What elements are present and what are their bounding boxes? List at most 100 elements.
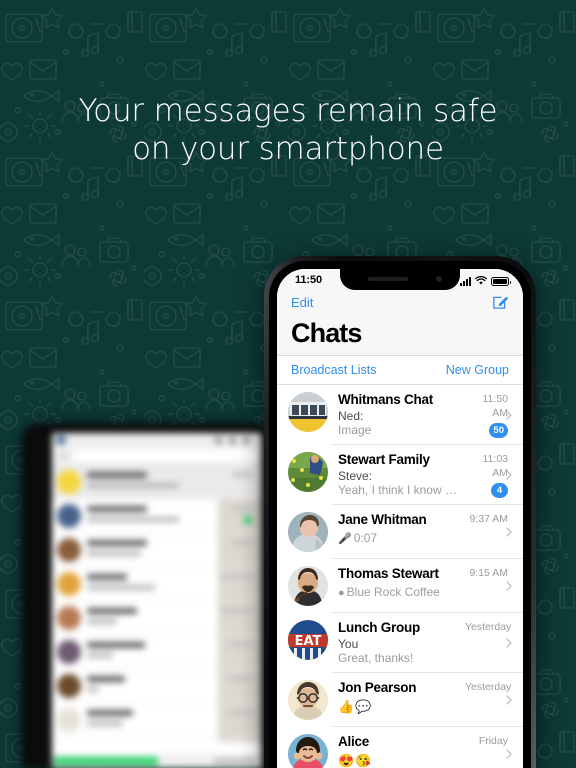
chat-meta: 9:37 AM (465, 512, 523, 526)
chat-preview: 😍😘 (338, 753, 373, 768)
chat-preview: Image (338, 423, 372, 437)
avatar (57, 504, 81, 528)
tablet-row-preview (87, 483, 179, 488)
table-row[interactable]: Jane Whitman 🎤 0:07 9:37 AM (277, 505, 523, 559)
tablet-progress (54, 757, 158, 765)
table-row[interactable]: EAT Lunch Group You Great, thanks! Yeste… (277, 613, 523, 673)
chat-preview: Yeah, I think I know what you m... (338, 483, 465, 497)
status-badge: 4 (491, 483, 508, 498)
tablet-row-time (220, 608, 254, 613)
avatar (57, 708, 81, 732)
chat-time: Yesterday (465, 621, 512, 633)
table-row[interactable]: Jon Pearson 👍💬 Yesterday (277, 673, 523, 727)
tablet-row-time (232, 506, 254, 511)
chat-name: Lunch Group (338, 620, 420, 635)
table-row[interactable]: Whitmans Chat Ned: Image 11:50 AM 50 (277, 385, 523, 445)
tablet-avatar (56, 435, 66, 445)
table-row[interactable]: Stewart Family Steve: Yeah, I think I kn… (277, 445, 523, 505)
tablet-bottom-label (214, 758, 258, 764)
chat-name: Whitmans Chat (338, 392, 434, 407)
tablet-screen (52, 433, 262, 768)
chat-body: Thomas Stewart ● Blue Rock Coffee 9:15 AM (328, 566, 523, 601)
chat-meta: 11:03 AM 4 (465, 452, 523, 498)
chat-list[interactable]: Whitmans Chat Ned: Image 11:50 AM 50 Ste… (277, 385, 523, 768)
chevron-right-icon (506, 695, 512, 705)
svg-text:EAT: EAT (295, 634, 322, 649)
chevron-right-icon (506, 527, 512, 537)
table-row[interactable]: Alice 😍😘 Friday (277, 727, 523, 768)
location-pin-icon: ● (338, 587, 345, 599)
woman-photo-avatar (288, 512, 328, 552)
broadcast-lists-button[interactable]: Broadcast Lists (291, 363, 376, 377)
phone-screen: 11:50 Edit Chats Broadcast Lists New Gro… (277, 269, 523, 768)
chat-time: Yesterday (465, 681, 512, 693)
list-item (52, 499, 262, 533)
microphone-icon: 🎤 (338, 533, 352, 545)
tablet-row-preview (87, 721, 123, 726)
tablet-device-blurred (22, 424, 270, 768)
chat-preview: 🎤 0:07 (338, 531, 465, 547)
speaker-icon (368, 277, 408, 281)
avatar (57, 470, 81, 494)
chat-name: Thomas Stewart (338, 566, 439, 581)
chevron-right-icon (506, 638, 512, 648)
tablet-row-name (87, 676, 125, 682)
tablet-row-name (87, 506, 147, 512)
tablet-row-name (87, 710, 133, 716)
tablet-search-field (74, 450, 256, 461)
chat-meta: Yesterday (465, 680, 523, 694)
actions-row: Broadcast Lists New Group (277, 355, 523, 385)
chat-preview: Great, thanks! (338, 651, 414, 665)
tablet-row-preview (87, 585, 155, 590)
search-icon (60, 452, 68, 460)
unread-dot (244, 516, 252, 524)
battery-full-icon (491, 277, 511, 286)
tablet-row-name (87, 472, 147, 478)
tablet-row-name (87, 642, 145, 648)
avatar (57, 572, 81, 596)
tablet-chat-list (52, 465, 262, 737)
chat-sender: Steve: (338, 469, 373, 483)
chat-time: 11:03 AM (482, 453, 509, 479)
chevron-right-icon (506, 581, 512, 591)
front-camera-icon (436, 276, 442, 282)
tablet-row-time (232, 540, 254, 545)
tablet-icon-1 (215, 437, 222, 444)
chevron-right-icon (506, 410, 512, 420)
page-title: Chats (291, 318, 362, 348)
girl-photo-avatar (288, 734, 328, 768)
list-item (52, 567, 262, 601)
edit-button[interactable]: Edit (291, 295, 313, 310)
headline-line-2: on your smartphone (132, 131, 444, 167)
tablet-topbar (52, 433, 262, 447)
chat-body: Alice 😍😘 Friday (328, 734, 523, 768)
list-item (52, 703, 262, 737)
nav-row: Edit (277, 292, 523, 316)
chat-preview: 👍💬 (338, 699, 373, 714)
wifi-icon (475, 276, 487, 285)
headline-line-1: Your messages remain safe (78, 93, 498, 129)
cellular-signal-icon (460, 277, 471, 286)
chat-body: Jane Whitman 🎤 0:07 9:37 AM (328, 512, 523, 547)
tablet-row-name (87, 540, 147, 546)
phone-device: 11:50 Edit Chats Broadcast Lists New Gro… (264, 256, 536, 768)
tablet-row-preview (87, 687, 99, 692)
chat-meta: Yesterday (465, 620, 523, 634)
tablet-icon-3 (243, 437, 250, 444)
new-group-button[interactable]: New Group (446, 363, 509, 377)
tablet-row-preview (87, 653, 113, 658)
man-pipe-photo-avatar (288, 566, 328, 606)
tablet-row-time (232, 472, 254, 477)
tablet-row-preview (87, 619, 117, 624)
table-row[interactable]: Thomas Stewart ● Blue Rock Coffee 9:15 AM (277, 559, 523, 613)
chat-time: 9:37 AM (469, 513, 508, 525)
list-item (52, 635, 262, 669)
chat-body: Jon Pearson 👍💬 Yesterday (328, 680, 523, 714)
tablet-row-preview (87, 551, 141, 556)
tablet-search-bar (52, 447, 262, 465)
bus-photo-avatar (288, 392, 328, 432)
chat-name: Alice (338, 734, 370, 749)
compose-icon[interactable] (492, 293, 509, 310)
headline: Your messages remain safe on your smartp… (0, 92, 576, 168)
chat-body: Whitmans Chat Ned: Image 11:50 AM 50 (328, 392, 523, 438)
